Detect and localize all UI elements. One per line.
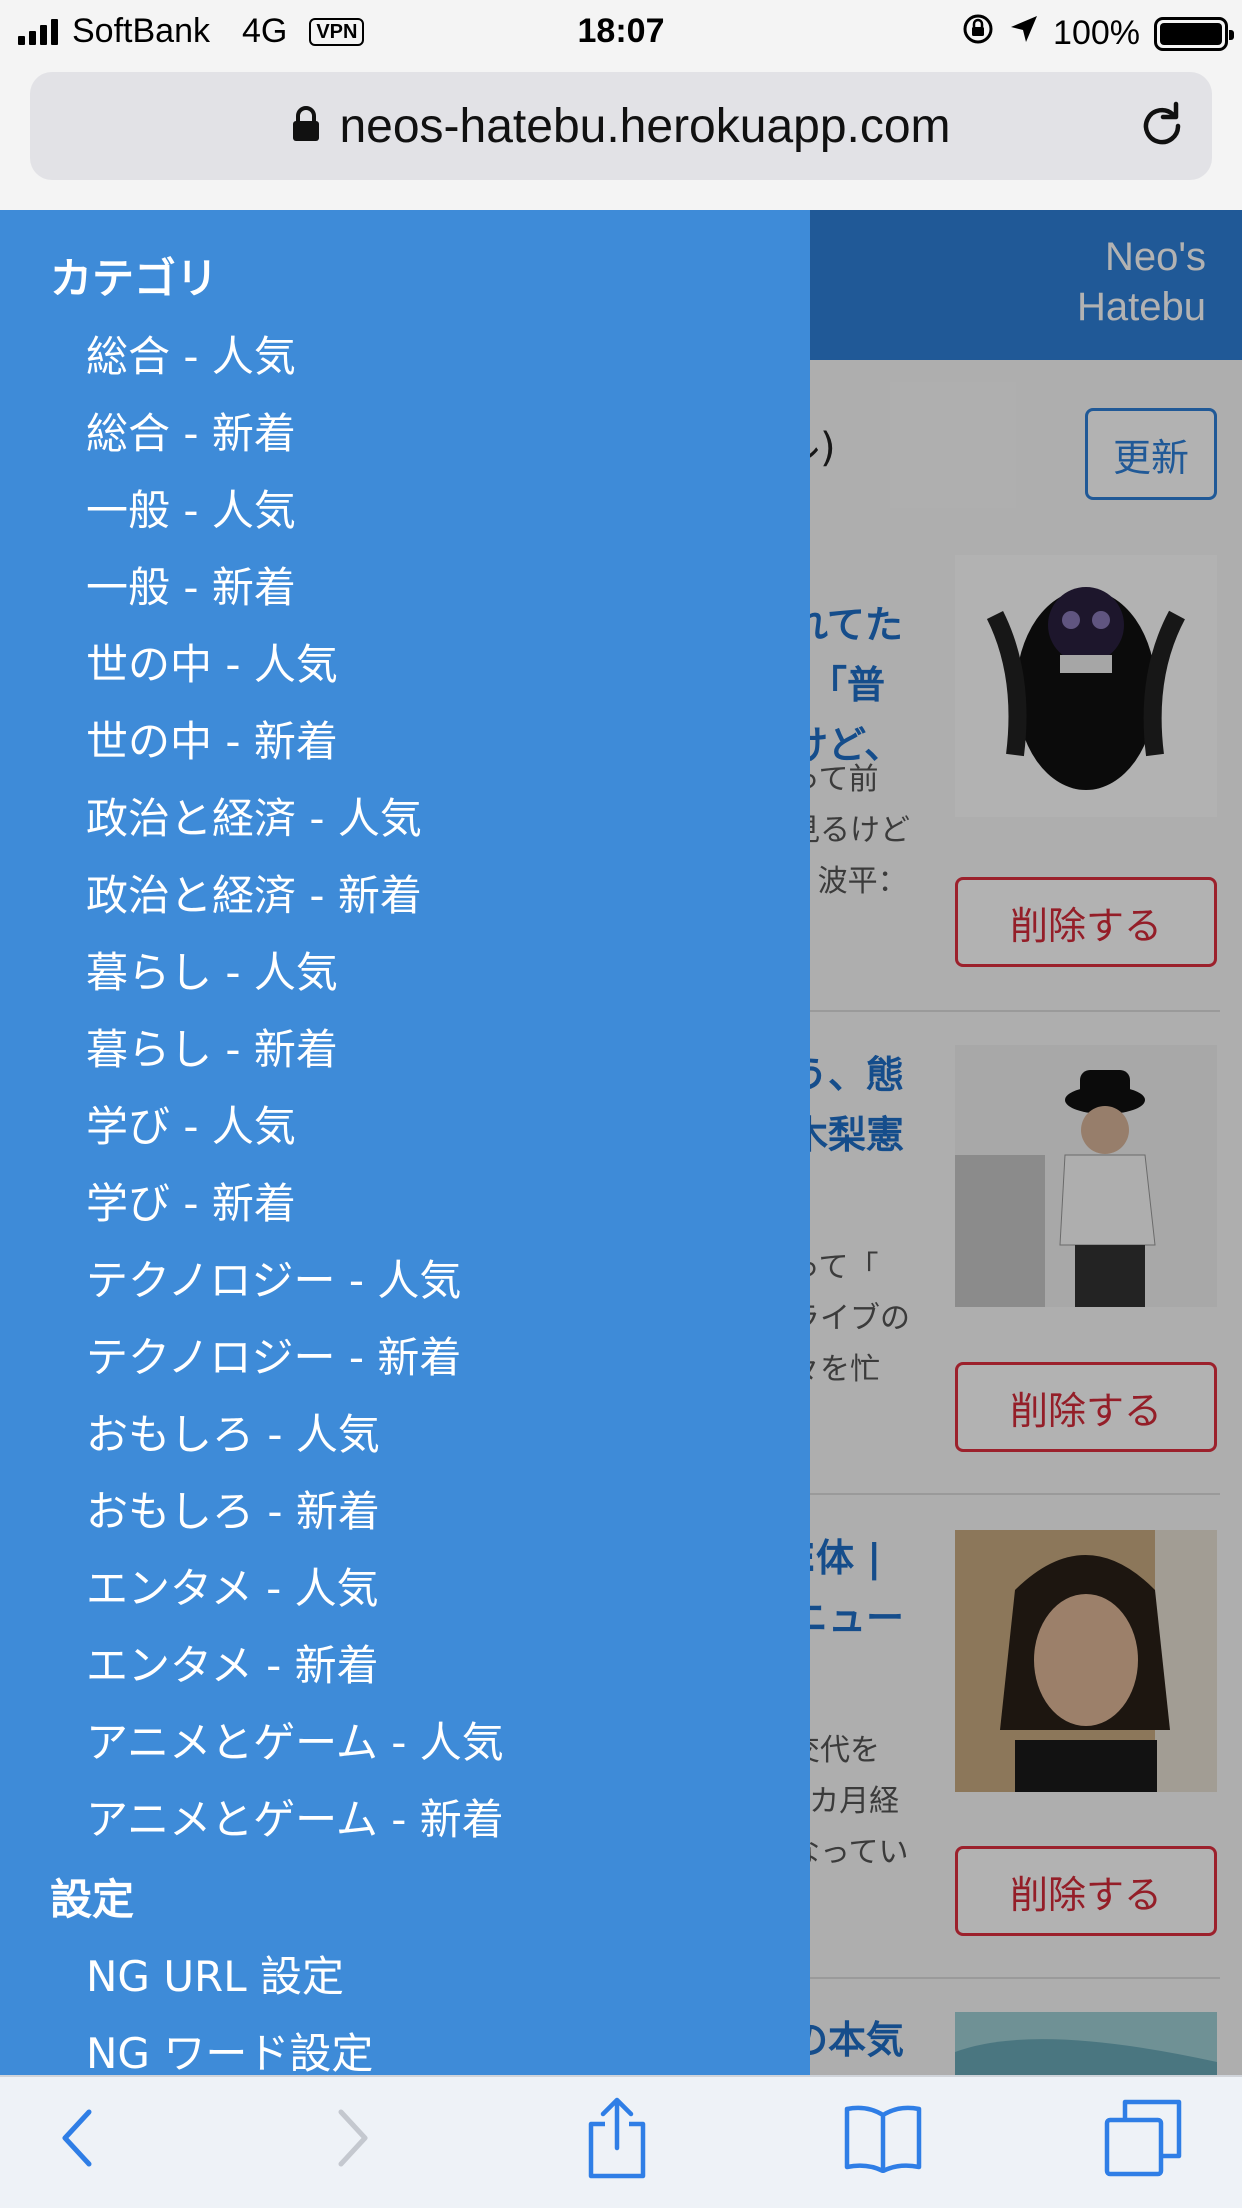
- category-item[interactable]: 学び - 新着: [86, 1170, 296, 1231]
- share-button[interactable]: [562, 2095, 672, 2185]
- category-item[interactable]: 学び - 人気: [86, 1093, 296, 1154]
- category-item[interactable]: 世の中 - 人気: [86, 631, 338, 692]
- battery-icon: [1154, 16, 1234, 51]
- back-button[interactable]: [22, 2095, 132, 2185]
- url-text: neos-hatebu.herokuapp.com: [339, 99, 951, 153]
- category-item[interactable]: 暮らし - 人気: [86, 939, 338, 1000]
- settings-item-ng-url[interactable]: NG URL 設定: [86, 1943, 344, 2004]
- navigation-drawer: カテゴリ 総合 - 人気 総合 - 新着 一般 - 人気 一般 - 新着 世の中…: [0, 210, 810, 2075]
- category-item[interactable]: 世の中 - 新着: [86, 708, 338, 769]
- battery-percent: 100%: [1053, 14, 1140, 52]
- category-item[interactable]: おもしろ - 人気: [86, 1401, 380, 1462]
- bookmarks-icon: [841, 2103, 925, 2177]
- lock-icon: [291, 105, 321, 147]
- category-item[interactable]: 政治と経済 - 新着: [86, 862, 422, 923]
- category-item[interactable]: 一般 - 新着: [86, 554, 296, 615]
- category-item[interactable]: 総合 - 人気: [86, 323, 296, 384]
- category-heading: カテゴリ: [50, 254, 219, 303]
- address-bar[interactable]: neos-hatebu.herokuapp.com: [30, 72, 1212, 180]
- share-icon: [585, 2096, 649, 2184]
- status-right: 100%: [961, 12, 1234, 55]
- bookmarks-button[interactable]: [828, 2095, 938, 2185]
- category-item[interactable]: おもしろ - 新着: [86, 1478, 380, 1539]
- category-item[interactable]: テクノロジー - 新着: [86, 1324, 461, 1385]
- tabs-button[interactable]: [1088, 2095, 1198, 2185]
- category-item[interactable]: 一般 - 人気: [86, 477, 296, 538]
- category-item[interactable]: 総合 - 新着: [86, 400, 296, 461]
- category-item[interactable]: アニメとゲーム - 人気: [86, 1709, 504, 1770]
- tabs-icon: [1103, 2098, 1183, 2182]
- back-icon: [57, 2108, 97, 2172]
- category-item[interactable]: テクノロジー - 人気: [86, 1247, 461, 1308]
- status-bar: SoftBank 4G VPN 18:07 100%: [0, 0, 1242, 62]
- settings-item-ng-word[interactable]: NG ワード設定: [86, 2020, 373, 2075]
- category-item[interactable]: エンタメ - 人気: [86, 1555, 379, 1616]
- category-item[interactable]: エンタメ - 新着: [86, 1632, 379, 1693]
- rotation-lock-icon: [961, 12, 995, 55]
- forward-button[interactable]: [298, 2095, 408, 2185]
- forward-icon: [333, 2108, 373, 2172]
- browser-toolbar: [0, 2075, 1242, 2208]
- reload-icon[interactable]: [1136, 100, 1188, 156]
- category-item[interactable]: 暮らし - 新着: [86, 1016, 338, 1077]
- location-icon: [1009, 14, 1039, 53]
- browser-chrome: neos-hatebu.herokuapp.com: [0, 62, 1242, 210]
- settings-heading: 設定: [50, 1875, 135, 1924]
- category-item[interactable]: 政治と経済 - 人気: [86, 785, 422, 846]
- category-item[interactable]: アニメとゲーム - 新着: [86, 1786, 504, 1847]
